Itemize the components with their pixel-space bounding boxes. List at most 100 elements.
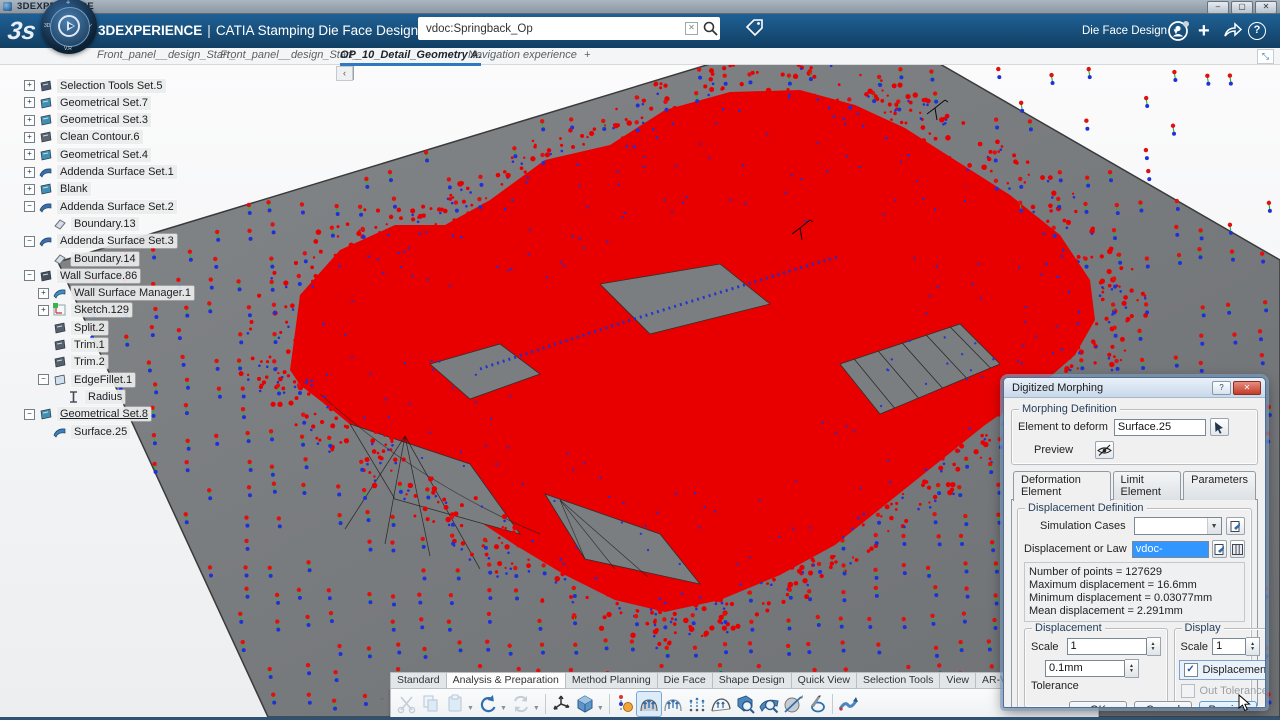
tree-node[interactable]: +Wall Surface Manager.1: [38, 286, 194, 301]
displacement-checkbox[interactable]: ✓ Displacement: [1179, 660, 1266, 680]
tree-node[interactable]: Boundary.14: [38, 251, 139, 266]
document-tab[interactable]: Navigation experience: [468, 48, 577, 63]
trim-icon[interactable]: [53, 355, 67, 369]
tree-node[interactable]: Trim.2: [38, 355, 108, 370]
toolbar-tab[interactable]: Analysis & Preparation: [446, 672, 566, 688]
tree-node[interactable]: −Geometrical Set.8: [24, 407, 151, 422]
points-morphing-icon[interactable]: [685, 692, 709, 716]
section-measure-icon[interactable]: [781, 692, 805, 716]
tag-icon[interactable]: [742, 17, 768, 40]
surface-morphing-icon[interactable]: [661, 692, 685, 716]
tolerance-field[interactable]: 0.1mm: [1045, 660, 1125, 677]
tree-node[interactable]: + Geometrical Set.7: [24, 95, 151, 110]
digitized-morphing-icon[interactable]: [637, 692, 661, 716]
geometrical-set-icon[interactable]: [39, 148, 53, 162]
cancel-button[interactable]: Cancel: [1134, 701, 1192, 708]
tree-expander-icon[interactable]: +: [24, 97, 35, 108]
geometrical-set-icon[interactable]: [39, 407, 53, 421]
addenda-surface-set-icon[interactable]: [39, 234, 53, 248]
geometrical-set-icon[interactable]: [39, 113, 53, 127]
tree-node-label[interactable]: Selection Tools Set.5: [57, 79, 166, 93]
ok-button[interactable]: OK: [1069, 701, 1127, 708]
tree-node-label[interactable]: Geometrical Set.7: [57, 96, 151, 110]
display-scale-stepper[interactable]: ▲▼: [1246, 637, 1260, 656]
toolbar-tab[interactable]: Quick View: [791, 672, 857, 688]
split-icon[interactable]: [53, 321, 67, 335]
tree-expander-icon[interactable]: +: [38, 305, 49, 316]
boundary-icon[interactable]: [53, 217, 67, 231]
tree-expander-icon[interactable]: −: [24, 409, 35, 420]
tree-node-label[interactable]: Boundary.13: [71, 217, 139, 231]
search-value[interactable]: vdoc:Springback_Op: [418, 23, 685, 35]
trim-icon[interactable]: [53, 338, 67, 352]
surface-inspect-icon[interactable]: [757, 692, 781, 716]
tree-node-label[interactable]: Addenda Surface Set.3: [57, 234, 177, 248]
tree-node-label[interactable]: Geometrical Set.3: [57, 113, 151, 127]
document-tab[interactable]: Front_panel__design_Start_: [220, 48, 359, 63]
surface-icon[interactable]: [53, 425, 67, 439]
surface-flip-icon[interactable]: [836, 692, 860, 716]
tree-expander-icon[interactable]: +: [24, 149, 35, 160]
document-tab[interactable]: OP_10_Detail_Geometry A.: [340, 48, 481, 66]
tree-node[interactable]: Boundary.13: [38, 216, 139, 231]
toolbar-tab[interactable]: Selection Tools: [856, 672, 940, 688]
search-clear-icon[interactable]: ✕: [685, 22, 698, 35]
tree-node-label[interactable]: Trim.2: [71, 355, 108, 369]
tree-expander-icon[interactable]: +: [24, 80, 35, 91]
tree-expander-icon[interactable]: +: [24, 132, 35, 143]
toolbar-overflow-icon[interactable]: ⌄: [376, 690, 388, 704]
close-button[interactable]: ✕: [1255, 1, 1277, 14]
addenda-surface-set-icon[interactable]: [39, 200, 53, 214]
tolerance-stepper[interactable]: ▲▼: [1125, 659, 1139, 678]
minimize-button[interactable]: ‒: [1207, 1, 1229, 14]
tree-node[interactable]: Surface.25: [38, 424, 130, 439]
tree-node-label[interactable]: Wall Surface.86: [57, 269, 140, 283]
dialog-tab[interactable]: Limit Element: [1113, 471, 1182, 500]
tree-node[interactable]: Radius: [52, 389, 125, 404]
add-content-button[interactable]: +: [1198, 14, 1210, 48]
wall-surface-manager-icon[interactable]: [53, 286, 67, 300]
tree-node[interactable]: Trim.1: [38, 338, 108, 353]
tree-expander-icon[interactable]: −: [24, 236, 35, 247]
dialog-title-bar[interactable]: Digitized Morphing ? ✕: [1004, 378, 1265, 398]
sketch-icon[interactable]: [53, 303, 67, 317]
tree-node-label[interactable]: Geometrical Set.4: [57, 148, 151, 162]
tree-node[interactable]: − Addenda Surface Set.3: [24, 234, 177, 249]
tree-node[interactable]: −Addenda Surface Set.2: [24, 199, 177, 214]
tree-node-label[interactable]: Split.2: [71, 321, 108, 335]
tree-node-label[interactable]: Addenda Surface Set.1: [57, 165, 177, 179]
share-icon[interactable]: [1222, 14, 1244, 48]
tree-expander-icon[interactable]: +: [24, 167, 35, 178]
clean-contour-icon[interactable]: [39, 130, 53, 144]
tree-node-label[interactable]: Blank: [57, 182, 91, 196]
tree-expander-icon[interactable]: +: [24, 115, 35, 126]
workspace-label[interactable]: Die Face Design: [1082, 25, 1167, 37]
tree-node[interactable]: −EdgeFillet.1: [38, 372, 135, 387]
tree-node[interactable]: + Geometrical Set.3: [24, 113, 151, 128]
edge-fillet-icon[interactable]: [53, 373, 67, 387]
3d-compass[interactable]: ✛ 3D ✓ V.R: [41, 0, 97, 54]
display-scale-field[interactable]: 1: [1212, 638, 1246, 655]
tree-expander-icon[interactable]: −: [24, 270, 35, 281]
tree-collapse-button[interactable]: ‹: [336, 66, 353, 81]
toolbar-tab[interactable]: View: [939, 672, 976, 688]
maximize-button[interactable]: ▢: [1231, 1, 1253, 14]
tree-node[interactable]: + Clean Contour.6: [24, 130, 143, 145]
tree-node[interactable]: Split.2: [38, 320, 108, 335]
tree-expander-icon[interactable]: −: [38, 374, 49, 385]
law-table-icon[interactable]: [1230, 540, 1245, 558]
wall-surface-icon[interactable]: [39, 269, 53, 283]
tree-node-label[interactable]: Boundary.14: [71, 252, 139, 266]
new-tab-button[interactable]: +: [584, 48, 590, 63]
tree-node-label[interactable]: Clean Contour.6: [57, 130, 143, 144]
user-avatar[interactable]: [1166, 14, 1192, 48]
dialog-help-icon[interactable]: ?: [1212, 381, 1231, 395]
help-icon[interactable]: ?: [1248, 14, 1266, 48]
tree-node[interactable]: − Wall Surface.86: [24, 268, 140, 283]
tree-node-label[interactable]: Sketch.129: [71, 303, 132, 317]
toolbar-tab[interactable]: Standard: [390, 672, 447, 688]
selection-tools-icon[interactable]: [39, 79, 53, 93]
toolbar-tab[interactable]: Die Face: [657, 672, 713, 688]
tree-node[interactable]: + Geometrical Set.4: [24, 147, 151, 162]
search-icon[interactable]: [702, 20, 720, 38]
